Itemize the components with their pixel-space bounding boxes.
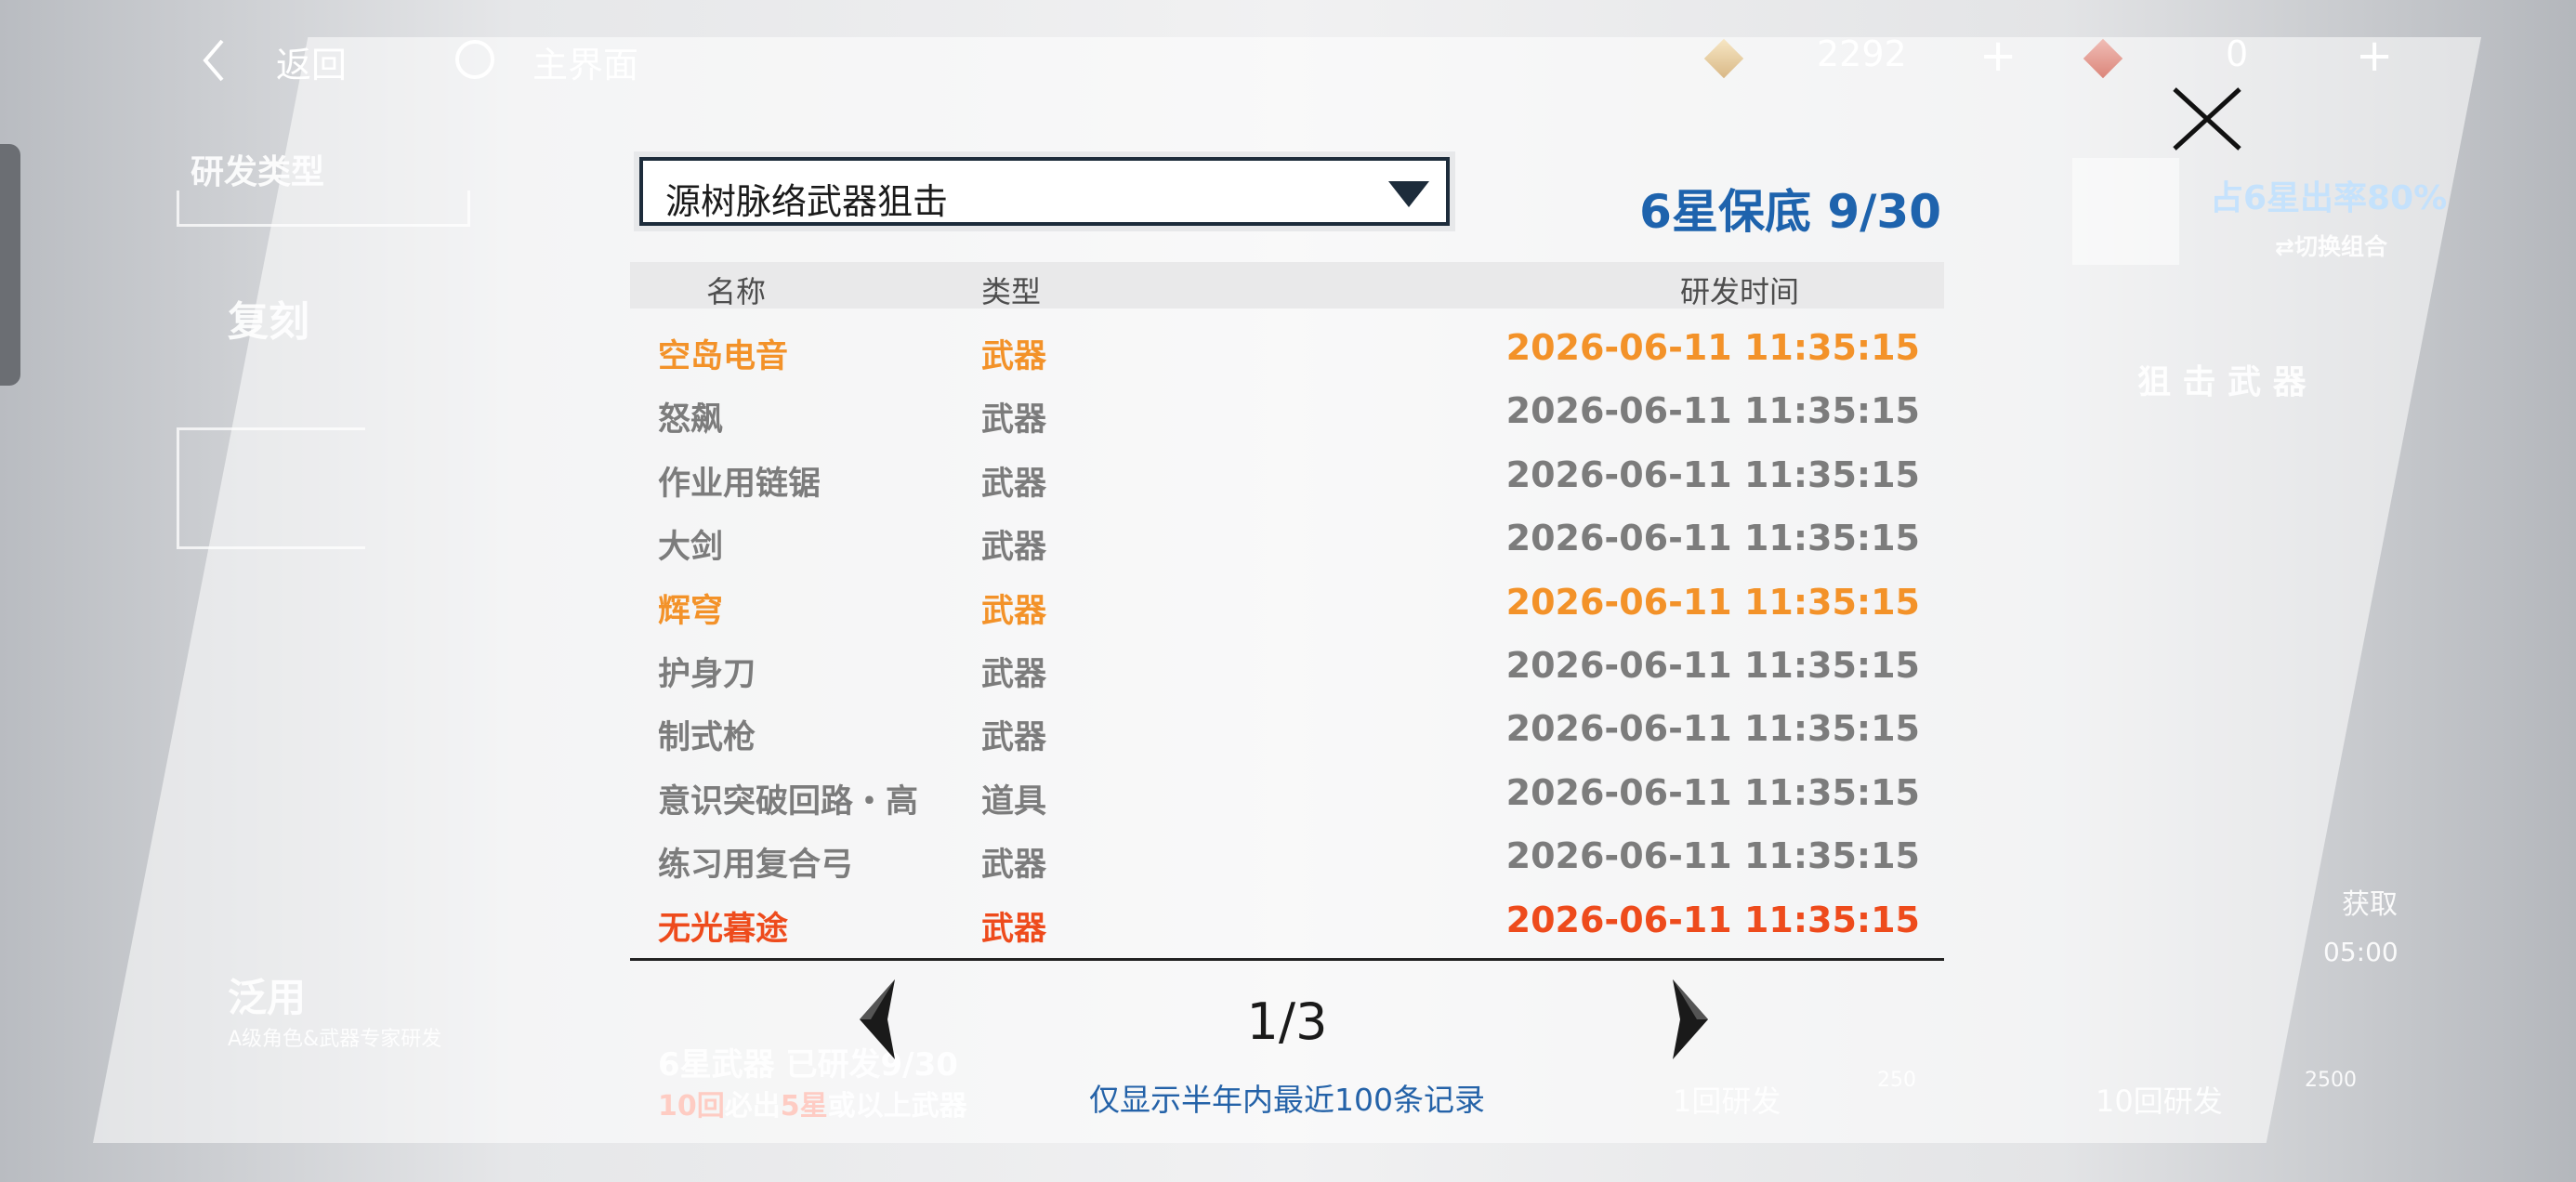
item-time: 2026-06-11 11:35:15 [1505,327,1920,368]
item-type: 武器 [981,338,1047,375]
table-row: 制式枪 武器 2026-06-11 11:35:15 [630,702,1944,765]
item-type: 武器 [981,847,1047,885]
column-name: 名称 [706,274,767,309]
prev-page-button[interactable] [850,978,906,1061]
item-type: 武器 [981,910,1047,948]
item-time: 2026-06-11 11:35:15 [1505,581,1920,623]
item-time: 2026-06-11 11:35:15 [1505,644,1920,686]
chevron-left-icon [860,979,895,1059]
item-name: 练习用复合弓 [658,847,854,885]
history-modal: 源树脉络武器狙击 6星保底 9/30 名称 类型 研发时间 空岛电音 武器 20… [0,0,2576,1182]
item-name: 制式枪 [658,719,756,757]
item-type: 武器 [981,465,1047,503]
table-header: 名称 类型 研发时间 [630,262,1944,309]
close-icon [2173,87,2241,151]
item-name: 空岛电音 [658,338,789,375]
next-page-button[interactable] [1662,978,1717,1061]
item-time: 2026-06-11 11:35:15 [1505,518,1920,559]
item-name: 怒飙 [658,401,724,440]
column-time: 研发时间 [1680,274,1800,309]
pool-select-dropdown[interactable]: 源树脉络武器狙击 [634,151,1455,231]
item-time: 2026-06-11 11:35:15 [1505,835,1920,877]
table-row: 辉穹 武器 2026-06-11 11:35:15 [630,575,1944,638]
item-time: 2026-06-11 11:35:15 [1505,390,1920,432]
item-type: 道具 [981,782,1047,821]
item-name: 意识突破回路・高 [658,782,919,821]
item-type: 武器 [981,401,1047,440]
item-time: 2026-06-11 11:35:15 [1505,899,1920,940]
page-indicator: 1/3 [1246,992,1328,1051]
item-name: 作业用链锯 [658,465,821,503]
item-name: 辉穹 [658,592,724,630]
column-type: 类型 [981,274,1042,309]
item-name: 大剑 [658,529,724,567]
table-row: 作业用链锯 武器 2026-06-11 11:35:15 [630,448,1944,511]
item-type: 武器 [981,655,1047,693]
item-time: 2026-06-11 11:35:15 [1505,453,1920,495]
close-button[interactable] [2165,82,2249,156]
item-type: 武器 [981,719,1047,757]
item-name: 无光暮途 [658,910,789,948]
item-time: 2026-06-11 11:35:15 [1505,708,1920,750]
table-row: 空岛电音 武器 2026-06-11 11:35:15 [630,321,1944,384]
table-row: 怒飙 武器 2026-06-11 11:35:15 [630,384,1944,447]
chevron-right-icon [1673,979,1708,1059]
pool-select-value: 源树脉络武器狙击 [665,181,949,222]
caret-down-icon [1388,181,1429,207]
history-table: 空岛电音 武器 2026-06-11 11:35:15 怒飙 武器 2026-0… [630,321,1944,956]
table-row: 练习用复合弓 武器 2026-06-11 11:35:15 [630,829,1944,892]
item-type: 武器 [981,592,1047,630]
table-row: 意识突破回路・高 道具 2026-06-11 11:35:15 [630,766,1944,829]
records-note: 仅显示半年内最近100条记录 [1089,1082,1485,1118]
item-time: 2026-06-11 11:35:15 [1505,771,1920,813]
item-name: 护身刀 [658,655,756,693]
item-type: 武器 [981,529,1047,567]
pity-counter: 6星保底 9/30 [1639,185,1941,239]
table-row: 护身刀 武器 2026-06-11 11:35:15 [630,638,1944,702]
table-row: 大剑 武器 2026-06-11 11:35:15 [630,511,1944,574]
table-row: 无光暮途 武器 2026-06-11 11:35:15 [630,893,1944,956]
table-divider [630,958,1944,961]
